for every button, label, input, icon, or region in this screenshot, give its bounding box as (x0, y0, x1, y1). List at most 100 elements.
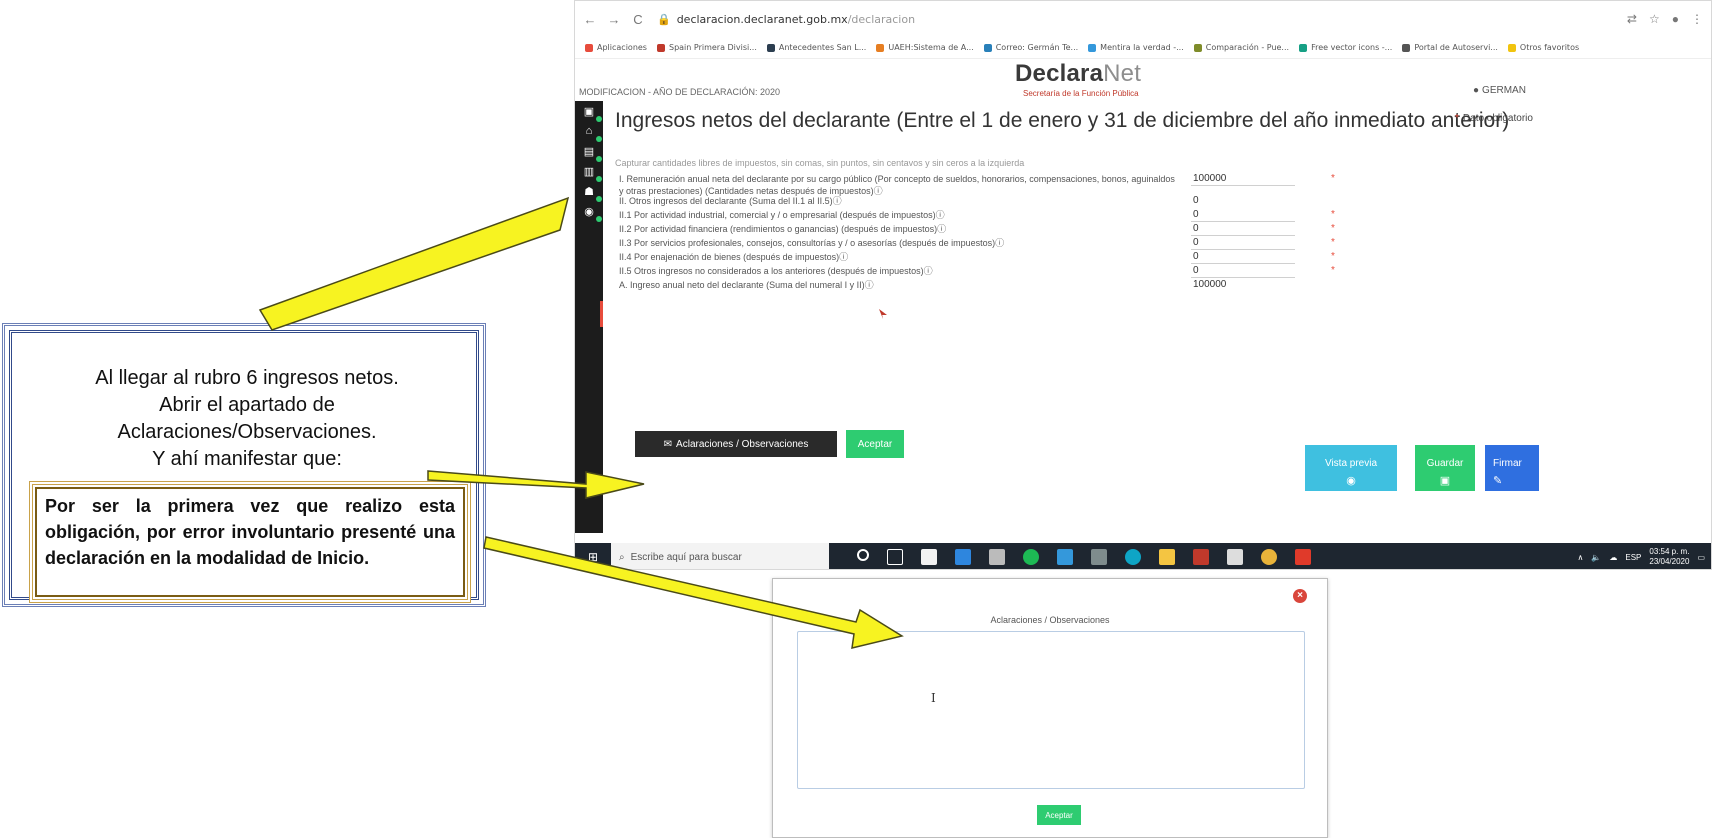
income-field-input[interactable]: 0 (1191, 265, 1295, 278)
cloud-icon[interactable]: ☁ (1609, 553, 1617, 562)
aceptar-button[interactable]: Aceptar (846, 430, 904, 458)
cortana-icon[interactable] (857, 549, 869, 561)
bookmark-item[interactable]: UAEH:Sistema de A... (876, 43, 974, 52)
rail-person-icon[interactable]: ▣ (578, 105, 602, 122)
logo-subtitle: Secretaría de la Función Pública (1023, 89, 1139, 98)
income-field-input[interactable]: 0 (1191, 251, 1295, 264)
back-icon[interactable]: ← (581, 12, 599, 27)
rail-home-icon[interactable]: ⌂ (578, 125, 602, 142)
taskbar-apps (857, 549, 1311, 565)
instruction-line-2: Abrir el apartado de (159, 394, 335, 416)
capture-hint: Capturar cantidades libres de impuestos,… (615, 158, 1025, 168)
folder-icon[interactable] (1159, 549, 1175, 565)
bookmark-item[interactable]: Spain Primera Divisi... (656, 43, 757, 52)
chrome-icon[interactable] (1261, 549, 1277, 565)
required-asterisk: * (1331, 173, 1335, 184)
instruction-line-4: Y ahí manifestar que: (152, 448, 342, 470)
search-icon: ⌕ (619, 551, 625, 563)
aclaraciones-button[interactable]: ✉ Aclaraciones / Observaciones (635, 431, 837, 457)
eye-icon: ◉ (1346, 474, 1356, 487)
income-field-input[interactable]: 0 (1191, 209, 1295, 222)
required-asterisk: * (1331, 251, 1335, 262)
notification-icon[interactable]: ▭ (1697, 553, 1705, 562)
income-field-label: II.4 Por enajenación de bienes (después … (619, 252, 849, 262)
bookmark-icon (1193, 43, 1202, 52)
rail-money-icon[interactable]: ◉ (578, 205, 602, 222)
rail-people-icon[interactable]: ☗ (578, 185, 602, 202)
forward-icon[interactable]: → (605, 12, 623, 27)
required-asterisk: * (1331, 223, 1335, 234)
lang-indicator[interactable]: ESP (1625, 553, 1641, 562)
aclaraciones-modal: × Aclaraciones / Observaciones I Aceptar (772, 578, 1328, 838)
bookmark-item[interactable]: Free vector icons -... (1299, 43, 1392, 52)
required-asterisk: * (1331, 237, 1335, 248)
media-icon[interactable] (1193, 549, 1209, 565)
bookmark-item[interactable]: Comparación - Pue... (1193, 43, 1289, 52)
translate-icon[interactable]: ⇄ (1627, 12, 1637, 26)
form-content: Ingresos netos del declarante (Entre el … (615, 101, 1711, 533)
pen-icon: ✎ (1493, 474, 1503, 487)
office-icon[interactable] (1227, 549, 1243, 565)
reload-icon[interactable]: C (629, 12, 647, 27)
windows-start-icon[interactable]: ⊞ (575, 543, 611, 569)
vista-previa-button[interactable]: Vista previa ◉ (1305, 445, 1397, 491)
bookmark-item[interactable]: Otros favoritos (1507, 43, 1579, 52)
bookmark-item[interactable]: Correo: Germán Te... (983, 43, 1078, 52)
income-field-label: II. Otros ingresos del declarante (Suma … (619, 196, 842, 206)
tutorial-composite: { "browser": { "url_host": "declaracion.… (0, 0, 1712, 838)
volume-icon[interactable]: 🔈 (1591, 553, 1601, 562)
pdf-icon[interactable] (1295, 549, 1311, 565)
rail-active-marker (600, 301, 603, 327)
close-icon[interactable]: × (1293, 589, 1307, 603)
income-field-label: II.2 Por actividad financiera (rendimien… (619, 224, 947, 234)
income-field-input: 0 (1193, 195, 1199, 206)
taskbar-clock[interactable]: 03:54 p. m. 23/04/2020 (1649, 547, 1689, 567)
arrow-to-rail (258, 196, 570, 331)
income-field-label: I. Remuneración anual neta del declarant… (619, 174, 1175, 196)
bookmark-item[interactable]: Mentira la verdad -... (1088, 43, 1184, 52)
rail-building-icon[interactable]: ▥ (578, 165, 602, 182)
income-field-label: II.1 Por actividad industrial, comercial… (619, 210, 945, 220)
declaration-quote-box: Por ser la primera vez que realizo esta … (29, 481, 471, 603)
firmar-button[interactable]: Firmar ✎ (1485, 445, 1539, 491)
guardar-button[interactable]: Guardar ▣ (1415, 445, 1475, 491)
bookmark-icon (766, 43, 775, 52)
instruction-box-frame: Al llegar al rubro 6 ingresos netos. Abr… (9, 330, 479, 603)
profile-icon[interactable]: ● (1672, 12, 1679, 26)
browser-window: ← → C 🔒 declaracion.declaranet.gob.mx/dec… (574, 0, 1712, 570)
taskbar-search[interactable]: ⌕ Escribe aquí para buscar (611, 543, 829, 569)
bookmark-item[interactable]: Portal de Autoservi... (1402, 43, 1498, 52)
user-menu[interactable]: ● GERMAN (1473, 85, 1526, 96)
task-view-icon[interactable] (887, 549, 903, 565)
mouse-cursor (879, 309, 887, 319)
app-icon[interactable] (1057, 549, 1073, 565)
edge-icon[interactable] (1125, 549, 1141, 565)
instruction-line-1: Al llegar al rubro 6 ingresos netos. (95, 367, 399, 389)
income-field-input[interactable]: 0 (1191, 237, 1295, 250)
observaciones-textarea[interactable] (797, 631, 1305, 789)
store-icon[interactable] (921, 549, 937, 565)
text-cursor-icon: I (931, 691, 936, 705)
income-field-input[interactable]: 100000 (1191, 173, 1295, 186)
bookmark-item[interactable]: Aplicaciones (585, 43, 647, 52)
tray-chevron-icon[interactable]: ∧ (1578, 553, 1584, 562)
spotify-icon[interactable] (1023, 549, 1039, 565)
bookmark-icon (585, 43, 593, 52)
calculator-icon[interactable] (989, 549, 1005, 565)
bookmark-item[interactable]: Antecedentes San L... (766, 43, 866, 52)
envelope-icon: ✉ (663, 438, 673, 450)
address-bar-row: ← → C 🔒 declaracion.declaranet.gob.mx/dec… (575, 1, 1711, 37)
rail-document-icon[interactable]: ▤ (578, 145, 602, 162)
bookmark-icon (656, 43, 665, 52)
modal-title: Aclaraciones / Observaciones (990, 615, 1110, 625)
tool-icon[interactable] (1091, 549, 1107, 565)
bookmark-icon (1299, 43, 1308, 52)
income-field-input[interactable]: 0 (1191, 223, 1295, 236)
mail-icon[interactable] (955, 549, 971, 565)
menu-icon[interactable]: ⋮ (1691, 12, 1703, 26)
url-field[interactable]: 🔒 declaracion.declaranet.gob.mx/declaraci… (657, 13, 915, 26)
browser-actions: ⇄ ☆ ● ⋮ (1627, 12, 1703, 26)
windows-taskbar: ⊞ ⌕Escribe aquí para buscar ∧ � (575, 543, 1711, 569)
modal-aceptar-button[interactable]: Aceptar (1037, 805, 1081, 825)
star-icon[interactable]: ☆ (1649, 12, 1660, 26)
